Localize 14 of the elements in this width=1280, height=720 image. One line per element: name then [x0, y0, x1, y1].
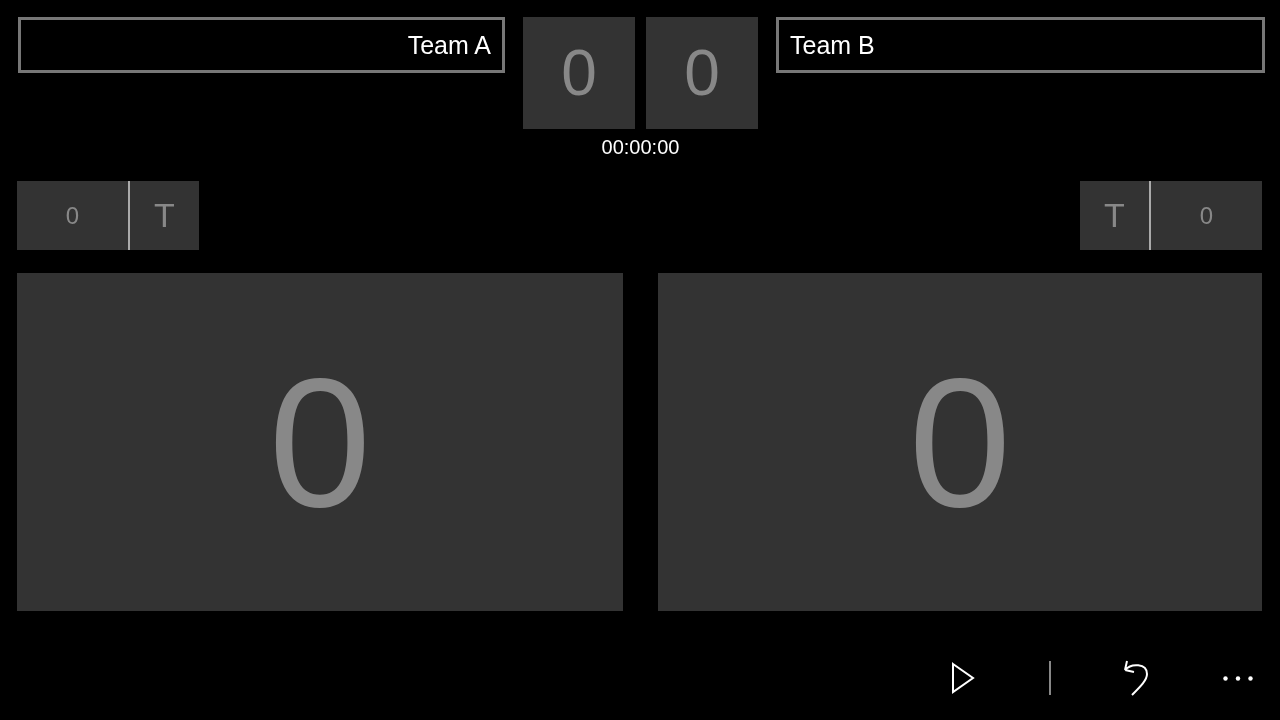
timeout-button[interactable]: T	[1080, 181, 1149, 250]
timeout-button[interactable]: T	[130, 181, 199, 250]
team-name-field[interactable]: Team A	[18, 17, 505, 73]
timeout-count: 0	[1151, 181, 1262, 250]
score-panel[interactable]: 0	[658, 273, 1262, 611]
play-icon	[951, 662, 975, 694]
timeout-count: 0	[17, 181, 128, 250]
set-score-tile[interactable]: 0	[523, 17, 635, 129]
game-clock: 00:00:00	[601, 135, 680, 159]
more-icon	[1223, 675, 1253, 681]
undo-icon	[1121, 660, 1151, 696]
score-panel[interactable]: 0	[17, 273, 623, 611]
team-name-field[interactable]: Team B	[776, 17, 1265, 73]
set-score-tile[interactable]: 0	[646, 17, 758, 129]
